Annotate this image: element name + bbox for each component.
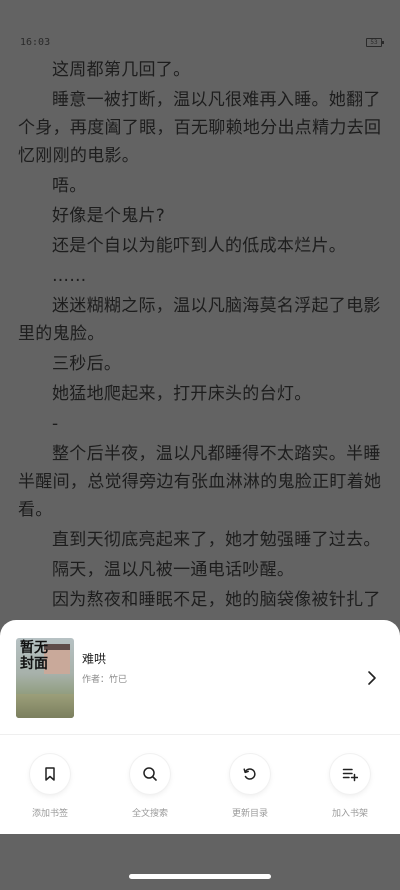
status-time: 16:03 xyxy=(20,37,51,48)
add-to-shelf-button[interactable]: 加入书架 xyxy=(310,754,390,834)
paragraph: - xyxy=(52,414,59,434)
paragraph: 唔。 xyxy=(52,176,87,196)
paragraph: 还是个自以为能吓到人的低成本烂片。 xyxy=(52,236,347,256)
paragraph: 她猛地爬起来，打开床头的台灯。 xyxy=(52,384,312,404)
home-indicator[interactable] xyxy=(129,874,271,879)
action-label: 加入书架 xyxy=(331,809,368,819)
paragraph: 睡意一被打断，温以凡很难再入睡。她翻了个身，再度阖了眼，百无聊赖地分出点精力去回… xyxy=(18,90,382,166)
action-label: 全文搜索 xyxy=(131,809,168,819)
book-info-card[interactable]: 暂无封面 难哄 作者：竹已 xyxy=(0,620,400,734)
action-label: 更新目录 xyxy=(231,809,268,819)
reader-text[interactable]: 这周都第几回了。 睡意一被打断，温以凡很难再入睡。她翻了个身，再度阖了眼，百无聊… xyxy=(18,56,390,616)
add-to-shelf-icon xyxy=(330,754,370,794)
paragraph: 整个后半夜，温以凡都睡得不太踏实。半睡半醒间，总觉得旁边有张血淋淋的鬼脸正盯着她… xyxy=(18,444,382,520)
paragraph: …… xyxy=(52,266,87,286)
action-bar: 添加书签 全文搜索 更新目录 加入书架 xyxy=(0,744,400,834)
cover-ground-art xyxy=(16,694,74,718)
book-cover[interactable]: 暂无封面 xyxy=(16,638,74,718)
paragraph: 迷迷糊糊之际，温以凡脑海莫名浮起了电影里的鬼脸。 xyxy=(18,296,381,344)
paragraph: 这周都第几回了。 xyxy=(52,60,191,80)
divider xyxy=(0,734,400,735)
paragraph: 隔天，温以凡被一通电话吵醒。 xyxy=(52,560,295,580)
bottom-sheet: 暂无封面 难哄 作者：竹已 添加书签 全文搜索 更新目录 加入书架 xyxy=(0,620,400,834)
update-catalog-button[interactable]: 更新目录 xyxy=(210,754,290,834)
book-title: 难哄 xyxy=(82,652,107,666)
paragraph: 因为熬夜和睡眠不足，她的脑袋像被针扎了 xyxy=(52,590,381,610)
full-text-search-button[interactable]: 全文搜索 xyxy=(110,754,190,834)
book-author: 作者：竹已 xyxy=(82,675,128,685)
battery-icon: 53 xyxy=(366,38,384,47)
add-bookmark-button[interactable]: 添加书签 xyxy=(10,754,90,834)
paragraph: 好像是个鬼片? xyxy=(52,206,166,226)
cover-text: 暂无封面 xyxy=(20,640,48,672)
action-label: 添加书签 xyxy=(31,809,68,819)
bookmark-icon xyxy=(30,754,70,794)
status-bar: 16:03 53 xyxy=(0,0,400,48)
search-icon xyxy=(130,754,170,794)
refresh-icon xyxy=(230,754,270,794)
paragraph: 三秒后。 xyxy=(52,354,122,374)
chevron-right-icon[interactable] xyxy=(364,670,380,686)
paragraph: 直到天彻底亮起来了，她才勉强睡了过去。 xyxy=(52,530,381,550)
